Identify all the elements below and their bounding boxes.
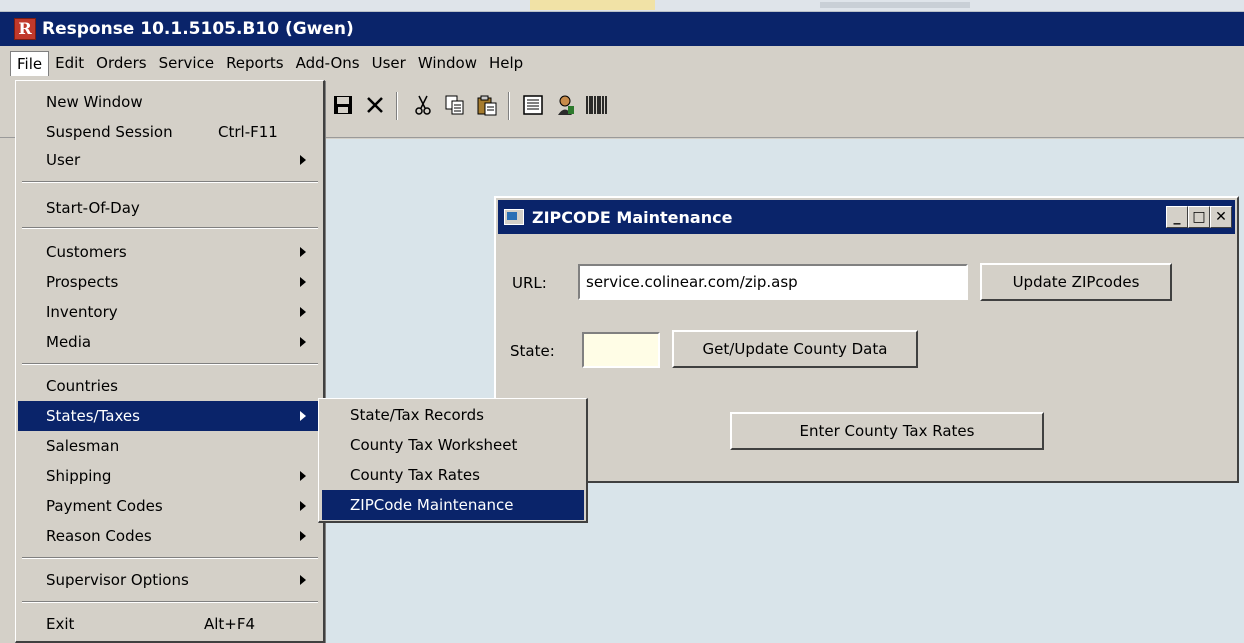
save-icon[interactable] [330,92,356,118]
menu-item-label: Reason Codes [46,527,152,545]
menu-item-label: Countries [46,377,118,395]
menu-item-label: Exit [46,615,75,633]
copy-icon[interactable] [442,92,468,118]
menu-item-salesman[interactable]: Salesman [18,431,320,461]
menu-item-label: ZIPCode Maintenance [350,496,514,514]
report-icon[interactable] [520,92,546,118]
submenu-arrow-icon [300,247,306,257]
close-button[interactable]: ✕ [1210,206,1232,228]
cut-icon[interactable] [410,92,436,118]
update-zipcodes-button[interactable]: Update ZIPcodes [980,263,1172,301]
menu-item-label: State/Tax Records [350,406,484,424]
menu-edit[interactable]: Edit [49,51,90,75]
shortcut-label: Alt+F4 [204,615,256,633]
paste-icon[interactable] [474,92,500,118]
menu-item-label: Inventory [46,303,118,321]
menu-item-payment-codes[interactable]: Payment Codes [18,491,320,521]
menu-item-inventory[interactable]: Inventory [18,297,320,327]
url-label: URL: [512,274,547,292]
submenu-arrow-icon [300,575,306,585]
menu-item-exit[interactable]: Exit Alt+F4 [18,609,320,639]
menu-reports[interactable]: Reports [220,51,290,75]
url-field[interactable]: service.colinear.com/zip.asp [578,264,968,300]
zipcode-maintenance-dialog: ZIPCODE Maintenance _ □ ✕ URL: service.c… [494,196,1239,483]
shortcut-label: Ctrl-F11 [218,123,278,141]
menu-help[interactable]: Help [483,51,529,75]
dialog-title-bar[interactable]: ZIPCODE Maintenance _ □ ✕ [498,200,1235,234]
submenu-arrow-icon [300,307,306,317]
maximize-button[interactable]: □ [1188,206,1210,228]
submenu-arrow-icon [300,337,306,347]
enter-county-tax-rates-button[interactable]: Enter County Tax Rates [730,412,1044,450]
menu-item-label: Shipping [46,467,112,485]
menu-item-label: Suspend Session [46,123,173,141]
menu-item-suspend-session[interactable]: Suspend Session Ctrl-F11 [18,117,320,147]
menu-item-countries[interactable]: Countries [18,371,320,401]
menu-file[interactable]: File [10,50,50,76]
menu-separator [22,363,318,365]
menu-item-label: County Tax Worksheet [350,436,518,454]
menu-bar: File Edit Orders Service Reports Add-Ons… [0,46,1244,80]
barcode-icon[interactable] [584,92,610,118]
state-label: State: [510,342,555,360]
states-taxes-submenu: State/Tax Records County Tax Worksheet C… [318,398,588,523]
menu-add-ons[interactable]: Add-Ons [290,51,366,75]
menu-item-prospects[interactable]: Prospects [18,267,320,297]
menu-separator [22,601,318,603]
menu-item-customers[interactable]: Customers [18,237,320,267]
menu-user[interactable]: User [366,51,412,75]
menu-service[interactable]: Service [153,51,220,75]
menu-item-start-of-day[interactable]: Start-Of-Day [18,193,320,223]
window-icon [504,209,524,225]
get-update-county-data-button[interactable]: Get/Update County Data [672,330,918,368]
menu-orders[interactable]: Orders [90,51,152,75]
menu-item-label: Customers [46,243,127,261]
submenu-arrow-icon [300,471,306,481]
menu-window[interactable]: Window [412,51,483,75]
menu-item-reason-codes[interactable]: Reason Codes [18,521,320,551]
menu-separator [22,181,318,183]
menu-item-label: Prospects [46,273,119,291]
menu-item-label: Supervisor Options [46,571,189,589]
toolbar-separator [508,92,510,120]
submenu-arrow-icon [300,531,306,541]
menu-item-label: States/Taxes [46,407,140,425]
submenu-item-zipcode-maintenance[interactable]: ZIPCode Maintenance [322,490,584,520]
background-tab [530,0,655,10]
menu-item-label: Media [46,333,92,351]
menu-item-label: Salesman [46,437,120,455]
menu-item-label: New Window [46,93,143,111]
menu-item-media[interactable]: Media [18,327,320,357]
toolbar-separator [396,92,398,120]
menu-item-supervisor-options[interactable]: Supervisor Options [18,565,320,595]
app-title: Response 10.1.5105.B10 (Gwen) [42,19,354,39]
submenu-arrow-icon [300,501,306,511]
submenu-item-county-tax-worksheet[interactable]: County Tax Worksheet [322,430,584,460]
minimize-button[interactable]: _ [1166,206,1188,228]
submenu-arrow-icon [300,277,306,287]
app-title-bar[interactable]: R Response 10.1.5105.B10 (Gwen) [0,12,1244,46]
menu-item-user[interactable]: User [18,145,320,175]
background-tab [820,2,970,8]
file-menu-dropdown: New Window Suspend Session Ctrl-F11 User … [15,80,325,643]
user-icon[interactable] [552,92,578,118]
submenu-item-county-tax-rates[interactable]: County Tax Rates [322,460,584,490]
app-logo-icon: R [14,18,36,40]
menu-separator [22,227,318,229]
menu-separator [22,557,318,559]
state-field[interactable] [582,332,660,368]
menu-item-states-taxes[interactable]: States/Taxes [18,401,320,431]
menu-item-label: Payment Codes [46,497,163,515]
menu-item-label: User [46,151,81,169]
menu-item-label: County Tax Rates [350,466,480,484]
menu-item-new-window[interactable]: New Window [18,87,320,117]
background-window-strip [0,0,1244,12]
submenu-item-state-tax-records[interactable]: State/Tax Records [322,400,584,430]
dialog-title: ZIPCODE Maintenance [532,207,733,227]
submenu-arrow-icon [300,155,306,165]
menu-item-shipping[interactable]: Shipping [18,461,320,491]
submenu-arrow-icon [300,411,306,421]
menu-item-label: Start-Of-Day [46,199,140,217]
delete-icon[interactable] [362,92,388,118]
